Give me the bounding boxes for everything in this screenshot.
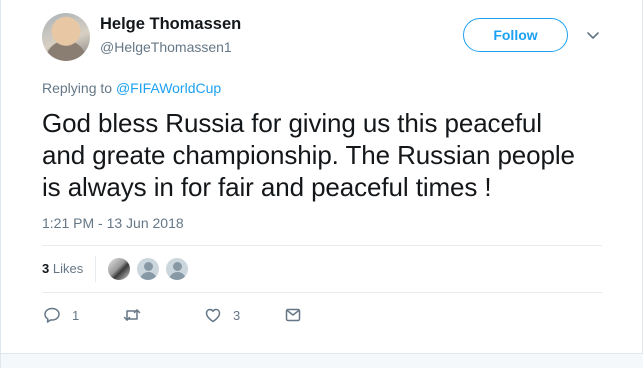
likes-label: Likes	[52, 261, 84, 276]
tweet-text: God bless Russia for giving us this peac…	[42, 107, 622, 203]
reply-context-prefix: Replying to	[42, 80, 113, 96]
divider	[42, 245, 602, 246]
reply-action[interactable]: 1	[42, 305, 79, 325]
reply-icon	[44, 307, 60, 323]
like-icon	[205, 308, 221, 323]
tweet-footer-band	[1, 353, 643, 368]
default-avatar-head	[173, 262, 182, 271]
default-avatar-head	[144, 262, 153, 271]
like-count: 3	[233, 307, 241, 323]
chevron-down-icon[interactable]	[585, 27, 601, 43]
mention-link[interactable]: @FIFAWorldCup	[116, 80, 221, 96]
tweet-text-line: is always in for fair and peaceful times…	[42, 172, 492, 202]
liker-avatar[interactable]	[107, 257, 131, 281]
direct-message-action[interactable]	[283, 305, 303, 325]
tweet-text-line: God bless Russia for giving us this peac…	[42, 108, 542, 138]
liker-avatar[interactable]	[165, 257, 189, 281]
default-avatar-body	[140, 272, 157, 280]
retweet-action[interactable]	[122, 305, 152, 325]
reply-context: Replying to @FIFAWorldCup	[42, 80, 221, 96]
divider	[42, 292, 602, 293]
direct-message-icon	[285, 308, 301, 322]
tweet-text-line: and greate championship. The Russian peo…	[42, 140, 575, 170]
default-avatar-body	[169, 272, 186, 280]
tweet-card: Helge Thomassen @HelgeThomassen1 Follow …	[0, 0, 643, 368]
liker-avatar[interactable]	[136, 257, 160, 281]
likes-stat[interactable]: 3 Likes	[42, 261, 83, 276]
author-name[interactable]: Helge Thomassen	[100, 15, 241, 34]
follow-button[interactable]: Follow	[463, 18, 568, 52]
like-action[interactable]: 3	[203, 305, 240, 325]
author-handle[interactable]: @HelgeThomassen1	[100, 39, 232, 55]
reply-count: 1	[72, 307, 80, 323]
retweet-icon	[123, 309, 141, 321]
author-avatar[interactable]	[42, 13, 90, 61]
stats-separator	[95, 256, 96, 282]
likes-count: 3	[42, 261, 50, 276]
tweet-timestamp[interactable]: 1:21 PM - 13 Jun 2018	[42, 215, 184, 231]
